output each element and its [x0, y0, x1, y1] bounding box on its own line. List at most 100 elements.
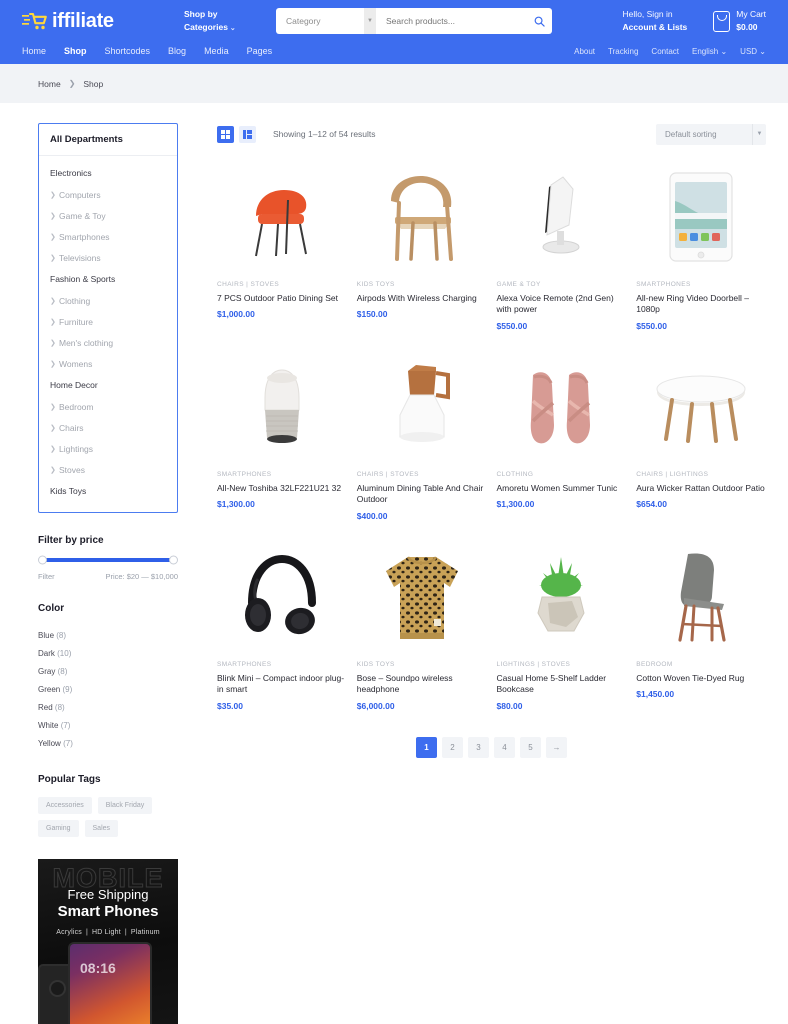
- dept-item-clothing[interactable]: ❯ Clothing: [39, 290, 177, 311]
- color-item-yellow[interactable]: Yellow (7): [38, 734, 178, 752]
- color-name: Green: [38, 684, 61, 694]
- product-name[interactable]: Aluminum Dining Table And Chair Outdoor: [357, 483, 487, 506]
- price-filter-button[interactable]: Filter: [38, 572, 55, 581]
- tag-accessories[interactable]: Accessories: [38, 797, 92, 814]
- black-headphones-image[interactable]: [217, 542, 347, 651]
- nav-item-shortcodes[interactable]: Shortcodes: [105, 46, 151, 56]
- product-category: CHAIRS | STOVES: [217, 281, 280, 288]
- dept-group-fashion-sports[interactable]: Fashion & Sports: [39, 268, 177, 290]
- dept-group-kids-toys[interactable]: Kids Toys: [39, 480, 177, 502]
- gray-chair-image[interactable]: [636, 542, 766, 651]
- price-range-slider[interactable]: [38, 555, 178, 565]
- nav-item-about[interactable]: About: [574, 47, 595, 56]
- page-button-4[interactable]: 4: [494, 736, 515, 758]
- price-slider-handle-min[interactable]: [38, 555, 47, 565]
- smart-speaker-image[interactable]: [217, 352, 347, 461]
- dept-item-computers[interactable]: ❯ Computers: [39, 184, 177, 205]
- price-slider-handle-max[interactable]: [169, 555, 178, 565]
- color-item-white[interactable]: White (7): [38, 716, 178, 734]
- dept-item-game-toy[interactable]: ❯ Game & Toy: [39, 205, 177, 226]
- product-card[interactable]: SMARTPHONES Blink Mini – Compact indoor …: [217, 542, 347, 711]
- nav-item-pages[interactable]: Pages: [247, 46, 273, 56]
- pink-sandals-image[interactable]: [496, 352, 627, 461]
- promo-banner[interactable]: MOBILE Free Shipping Smart Phones Acryli…: [38, 859, 178, 1024]
- dept-item-furniture[interactable]: ❯ Furniture: [39, 311, 177, 332]
- page-next-button[interactable]: →: [546, 736, 567, 758]
- product-name[interactable]: 7 PCS Outdoor Patio Dining Set: [217, 293, 347, 304]
- dept-item-bedroom[interactable]: ❯ Bedroom: [39, 396, 177, 417]
- potted-plant-image[interactable]: [496, 542, 627, 651]
- search-icon[interactable]: [526, 16, 552, 27]
- nav-item-tracking[interactable]: Tracking: [608, 47, 638, 56]
- search-input[interactable]: [376, 16, 526, 26]
- account-menu[interactable]: Hello, Sign in Account & Lists: [623, 8, 688, 34]
- cart-button[interactable]: My Cart $0.00: [713, 8, 766, 34]
- page-button-5[interactable]: 5: [520, 736, 541, 758]
- dept-group-home-decor[interactable]: Home Decor: [39, 374, 177, 396]
- search-category-select[interactable]: Category: [276, 16, 364, 26]
- breadcrumb-home[interactable]: Home: [38, 79, 61, 89]
- product-name[interactable]: Alexa Voice Remote (2nd Gen) with power: [497, 293, 627, 316]
- white-tablet-image[interactable]: [636, 163, 766, 271]
- color-item-gray[interactable]: Gray (8): [38, 662, 178, 680]
- site-logo[interactable]: iffiliate: [22, 10, 172, 33]
- product-card[interactable]: BEDROOM Cotton Woven Tie-Dyed Rug $1,450…: [636, 542, 766, 711]
- product-name[interactable]: All-new Ring Video Doorbell – 1080p: [636, 293, 766, 316]
- dept-group-electronics[interactable]: Electronics: [39, 162, 177, 184]
- chevron-down-icon[interactable]: ▼: [364, 8, 376, 34]
- color-item-green[interactable]: Green (9): [38, 680, 178, 698]
- product-card[interactable]: KIDS TOYS Bose – Soundpo wireless headph…: [356, 542, 487, 711]
- product-card[interactable]: GAME & TOY Alexa Voice Remote (2nd Gen) …: [496, 163, 627, 331]
- product-card[interactable]: CLOTHING Amoretu Women Summer Tunic $1,3…: [496, 352, 627, 521]
- product-card[interactable]: SMARTPHONES All-New Toshiba 32LF221U21 3…: [217, 352, 347, 521]
- dept-item-lightings[interactable]: ❯ Lightings: [39, 438, 177, 459]
- sorting-select[interactable]: Default sorting ▼: [656, 123, 766, 145]
- product-name[interactable]: Casual Home 5-Shelf Ladder Bookcase: [497, 673, 627, 696]
- list-view-icon[interactable]: [239, 125, 256, 143]
- chevron-right-icon: ❯: [50, 466, 56, 474]
- nav-item-media[interactable]: Media: [204, 46, 229, 56]
- nav-item-home[interactable]: Home: [22, 46, 46, 56]
- product-card[interactable]: CHAIRS | STOVES 7 PCS Outdoor Patio Dini…: [217, 163, 347, 331]
- tag-sales[interactable]: Sales: [84, 820, 119, 837]
- white-copper-carafe-image[interactable]: [356, 352, 487, 461]
- product-card[interactable]: SMARTPHONES All-new Ring Video Doorbell …: [636, 163, 766, 331]
- page-button-1[interactable]: 1: [416, 736, 437, 758]
- product-name[interactable]: Amoretu Women Summer Tunic: [497, 483, 627, 494]
- product-name[interactable]: Blink Mini – Compact indoor plug-in smar…: [217, 673, 347, 696]
- product-name[interactable]: Bose – Soundpo wireless headphone: [357, 673, 487, 696]
- grid-view-icon[interactable]: [217, 125, 234, 143]
- tag-gaming[interactable]: Gaming: [38, 820, 79, 837]
- dept-item-mens-clothing[interactable]: ❯ Men's clothing: [39, 332, 177, 353]
- language-selector[interactable]: English ⌄: [692, 47, 727, 56]
- product-card[interactable]: CHAIRS | STOVES Aluminum Dining Table An…: [356, 352, 487, 521]
- white-round-table-image[interactable]: [636, 352, 766, 461]
- product-name[interactable]: All-New Toshiba 32LF221U21 32: [217, 483, 347, 494]
- nav-item-blog[interactable]: Blog: [168, 46, 186, 56]
- dept-item-stoves[interactable]: ❯ Stoves: [39, 459, 177, 480]
- nav-item-contact[interactable]: Contact: [651, 47, 679, 56]
- nav-item-shop[interactable]: Shop: [64, 46, 87, 56]
- white-device-stand-image[interactable]: [496, 163, 627, 271]
- color-item-blue[interactable]: Blue (8): [38, 626, 178, 644]
- color-item-dark[interactable]: Dark (10): [38, 644, 178, 662]
- dept-item-televisions[interactable]: ❯ Televisions: [39, 247, 177, 268]
- dept-item-chairs[interactable]: ❯ Chairs: [39, 417, 177, 438]
- leopard-sweater-image[interactable]: [356, 542, 487, 651]
- page-button-3[interactable]: 3: [468, 736, 489, 758]
- dept-item-womens[interactable]: ❯ Womens: [39, 353, 177, 374]
- orange-chair-image[interactable]: [217, 163, 347, 271]
- product-card[interactable]: CHAIRS | LIGHTINGS Aura Wicker Rattan Ou…: [636, 352, 766, 521]
- product-name[interactable]: Cotton Woven Tie-Dyed Rug: [636, 673, 766, 684]
- currency-selector[interactable]: USD ⌄: [740, 47, 766, 56]
- page-button-2[interactable]: 2: [442, 736, 463, 758]
- product-card[interactable]: LIGHTINGS | STOVES Casual Home 5-Shelf L…: [496, 542, 627, 711]
- color-item-red[interactable]: Red (8): [38, 698, 178, 716]
- tag-black-friday[interactable]: Black Friday: [97, 797, 153, 814]
- shop-by-categories-button[interactable]: Shop by Categories ⌄: [184, 8, 254, 33]
- product-card[interactable]: KIDS TOYS Airpods With Wireless Charging…: [356, 163, 487, 331]
- product-name[interactable]: Airpods With Wireless Charging: [357, 293, 487, 304]
- dept-item-smartphones[interactable]: ❯ Smartphones: [39, 226, 177, 247]
- wooden-chair-image[interactable]: [356, 163, 487, 271]
- product-name[interactable]: Aura Wicker Rattan Outdoor Patio: [636, 483, 766, 494]
